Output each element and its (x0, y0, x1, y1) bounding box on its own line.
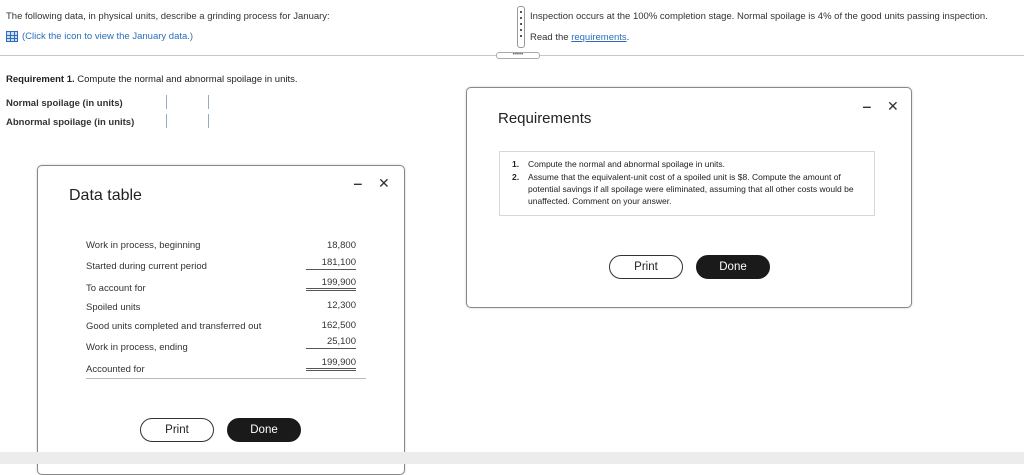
requirements-list: 1. Compute the normal and abnormal spoil… (499, 151, 875, 216)
bottom-bar (0, 452, 1024, 464)
list-item-number: 1. (512, 159, 520, 169)
problem-intro: The following data, in physical units, d… (6, 11, 330, 22)
vertical-splitter-handle[interactable] (517, 6, 525, 48)
table-row-value: 18,800 (326, 240, 356, 251)
done-button[interactable]: Done (227, 418, 301, 442)
table-row-value: 25,100 (326, 336, 356, 347)
double-underline (306, 368, 356, 369)
table-row-value: 162,500 (321, 320, 356, 331)
table-grid-icon[interactable] (6, 31, 18, 42)
underline (306, 348, 356, 349)
double-underline (306, 288, 356, 289)
data-link[interactable]: (Click the icon to view the January data… (6, 31, 193, 42)
print-button[interactable]: Print (140, 418, 214, 442)
underline (306, 269, 356, 270)
data-table-modal: Data table ‒ ✕ Work in process, beginnin… (37, 165, 405, 475)
print-button[interactable]: Print (609, 255, 683, 279)
read-prefix: Read the (530, 32, 572, 43)
normal-spoilage-label: Normal spoilage (in units) (6, 98, 123, 109)
list-item-number: 2. (512, 172, 520, 182)
minimize-icon[interactable]: ‒ (354, 175, 362, 191)
requirement-1-label: Requirement 1. (6, 74, 75, 85)
requirements-modal: Requirements ‒ ✕ 1. Compute the normal a… (466, 87, 912, 308)
abnormal-spoilage-input-2[interactable] (208, 114, 248, 128)
minimize-icon[interactable]: ‒ (863, 98, 871, 114)
close-icon[interactable]: ✕ (887, 98, 899, 115)
normal-spoilage-input[interactable] (166, 95, 206, 109)
close-icon[interactable]: ✕ (378, 175, 390, 192)
list-item-text: Compute the normal and abnormal spoilage… (528, 159, 726, 169)
table-row-value: 181,100 (321, 257, 356, 268)
list-item: 1. Compute the normal and abnormal spoil… (512, 158, 864, 170)
requirement-1-text: Compute the normal and abnormal spoilage… (74, 74, 298, 85)
requirements-link[interactable]: requirements (571, 32, 626, 43)
inspection-text: Inspection occurs at the 100% completion… (530, 11, 988, 22)
double-underline (306, 370, 356, 371)
done-button[interactable]: Done (696, 255, 770, 279)
table-row-value: 199,900 (321, 277, 356, 288)
abnormal-spoilage-input[interactable] (166, 114, 206, 128)
normal-spoilage-input-2[interactable] (208, 95, 248, 109)
table-row-value: 199,900 (321, 357, 356, 368)
list-item: 2. Assume that the equivalent-unit cost … (512, 171, 864, 207)
double-underline (306, 290, 356, 291)
requirement-1-heading: Requirement 1. Compute the normal and ab… (6, 74, 298, 85)
read-suffix: . (626, 32, 630, 43)
read-requirements: Read the requirements. (530, 32, 629, 43)
list-item-text: Assume that the equivalent-unit cost of … (528, 172, 854, 206)
data-table-title: Data table (69, 187, 142, 204)
data-link-text[interactable]: (Click the icon to view the January data… (22, 31, 193, 42)
horizontal-splitter-handle[interactable]: ••••• (496, 52, 540, 59)
table-bottom-rule (86, 378, 366, 379)
abnormal-spoilage-label: Abnormal spoilage (in units) (6, 117, 135, 128)
requirements-title: Requirements (498, 110, 592, 127)
table-row-value: 12,300 (326, 300, 356, 311)
